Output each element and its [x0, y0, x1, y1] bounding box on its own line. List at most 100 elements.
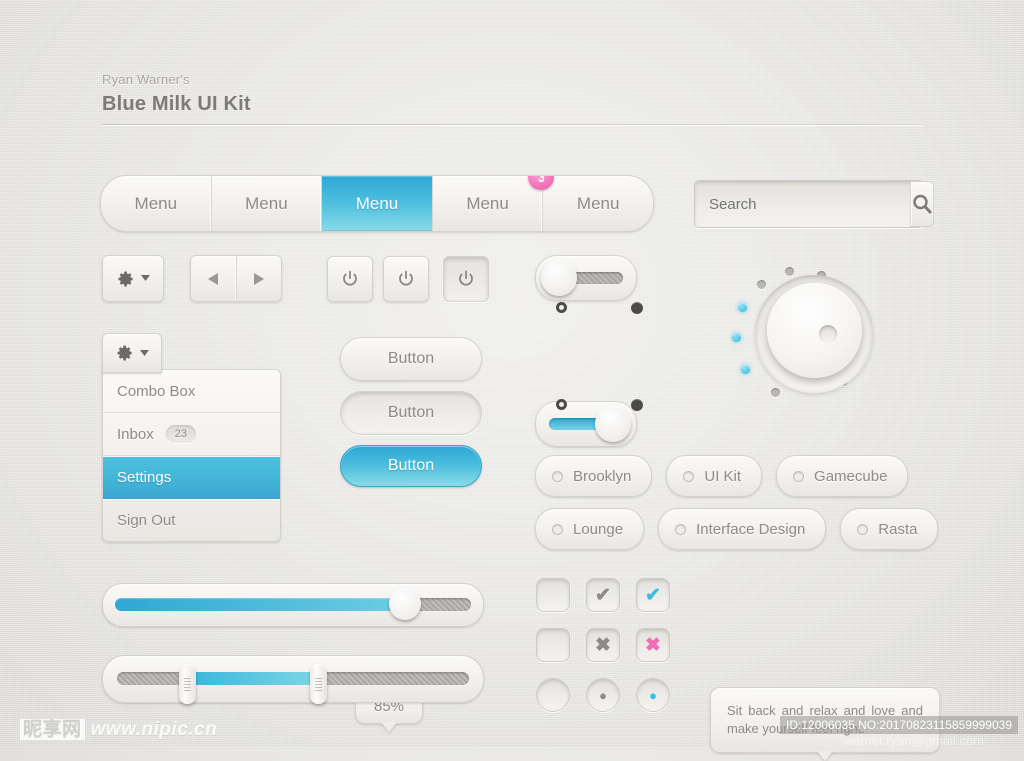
tag-brooklyn[interactable]: Brooklyn: [535, 455, 653, 497]
menu-bar: Menu Menu Menu Menu 3 Menu: [100, 175, 654, 232]
range-slider-track[interactable]: [117, 664, 469, 704]
tag-label: Brooklyn: [573, 467, 632, 485]
next-button[interactable]: [237, 256, 282, 301]
tag-label: Gamecube: [814, 467, 888, 485]
power-icon: [459, 270, 473, 286]
radio-selected-blue[interactable]: ●: [636, 678, 670, 712]
tag-label: Rasta: [878, 520, 918, 538]
combobox-item-label: Inbox: [117, 425, 154, 443]
power-icon: [343, 270, 357, 286]
knob-dot-11: [771, 388, 780, 397]
menu-item-2[interactable]: Menu: [212, 176, 323, 231]
checkbox-empty[interactable]: [536, 578, 570, 612]
tag-label: Lounge: [573, 520, 624, 538]
toggle-knob[interactable]: [595, 406, 631, 442]
button-normal[interactable]: Button: [340, 337, 482, 381]
tag-remove-icon[interactable]: [675, 523, 687, 535]
led-indicator-hollow: [556, 302, 567, 313]
dot-icon: ●: [649, 687, 657, 703]
tag-ui-kit[interactable]: UI Kit: [666, 455, 763, 497]
combobox-item-sign-out[interactable]: Sign Out: [103, 499, 280, 541]
header-divider: [102, 124, 922, 125]
menu-item-label: Menu: [355, 193, 399, 213]
tag-remove-icon[interactable]: [552, 470, 563, 482]
radio-selected-gray[interactable]: ●: [586, 678, 620, 712]
tag-label: UI Kit: [704, 467, 742, 485]
slider-handle[interactable]: [389, 588, 421, 620]
knob-dot-1-on: [738, 303, 747, 312]
check-icon: ✔: [645, 584, 661, 606]
inbox-count-badge: 23: [165, 425, 196, 443]
watermark-site: 昵享网 www.nipic.cn: [20, 714, 217, 741]
slider[interactable]: [102, 583, 484, 627]
tag-remove-icon[interactable]: [857, 523, 869, 535]
search-input[interactable]: [695, 181, 910, 227]
knob-indicator-dot: [819, 325, 837, 343]
menu-item-5[interactable]: Menu: [543, 176, 653, 231]
tag-row-2: Lounge Interface Design Rasta: [535, 508, 939, 550]
combobox-item-settings-selected[interactable]: Settings: [103, 456, 280, 499]
tag-lounge[interactable]: Lounge: [535, 508, 645, 550]
knob-dot-2-on: [732, 333, 741, 342]
menu-item-label: Menu: [576, 193, 620, 213]
toggle-knob[interactable]: [541, 260, 577, 296]
checkbox-empty-2[interactable]: [536, 628, 570, 662]
tag-rasta[interactable]: Rasta: [840, 508, 939, 550]
check-icon: ✔: [595, 584, 611, 606]
combobox-menu: Combo Box Inbox 23 Settings Sign Out: [102, 369, 281, 542]
power-icon: [399, 270, 413, 286]
settings-dropdown-button[interactable]: [102, 255, 164, 302]
checkbox-cross-pink[interactable]: ✖: [636, 628, 670, 662]
combobox-toggle[interactable]: [102, 333, 162, 373]
knob-control[interactable]: [732, 265, 885, 425]
page-title: Blue Milk UI Kit: [102, 93, 251, 115]
knob-dot-3-on: [741, 365, 750, 374]
tag-row-1: Brooklyn UI Kit Gamecube: [535, 455, 909, 497]
toggle-switch-on[interactable]: [535, 401, 637, 447]
checkbox-grid: ✔ ✔ ✖ ✖ ● ●: [536, 578, 686, 728]
tag-interface-design[interactable]: Interface Design: [658, 508, 827, 550]
watermark-site-url: www.nipic.cn: [90, 719, 218, 740]
menu-item-3-active[interactable]: Menu: [322, 176, 433, 231]
tag-remove-icon[interactable]: [552, 523, 563, 535]
range-slider-handle-start[interactable]: [179, 664, 197, 704]
prev-button[interactable]: [191, 256, 237, 301]
menu-item-4[interactable]: Menu 3: [433, 176, 555, 231]
combobox-item-label: Sign Out: [117, 511, 176, 529]
menu-item-label: Menu: [134, 193, 178, 213]
range-slider-handle-end[interactable]: [309, 664, 327, 704]
power-button-2[interactable]: [383, 256, 429, 302]
combobox-item-combo-box[interactable]: Combo Box: [103, 370, 280, 413]
button-active[interactable]: Button: [340, 445, 482, 487]
search-button[interactable]: [910, 181, 934, 227]
toggle-switch-off[interactable]: [535, 255, 637, 301]
checkbox-checked-blue[interactable]: ✔: [636, 578, 670, 612]
tag-label: Interface Design: [696, 520, 806, 538]
checkbox-cross-gray[interactable]: ✖: [586, 628, 620, 662]
power-button-1[interactable]: [327, 256, 373, 302]
header-subtitle: Ryan Warner's: [102, 72, 190, 87]
tag-remove-icon[interactable]: [793, 470, 805, 482]
tag-remove-icon[interactable]: [683, 470, 695, 482]
checkbox-checked-gray[interactable]: ✔: [586, 578, 620, 612]
knob-dot-4: [757, 280, 766, 289]
menu-item-1[interactable]: Menu: [101, 176, 212, 231]
nav-button-group: [190, 255, 282, 302]
watermark-id: ID:12006035 NO:20170823115859999039: [780, 716, 1018, 734]
menu-item-label: Menu: [245, 193, 288, 213]
combobox-item-label: Combo Box: [117, 382, 196, 400]
grip-lines-icon: [314, 677, 322, 691]
radio-empty[interactable]: [536, 678, 570, 712]
range-slider[interactable]: [102, 655, 484, 704]
combobox-item-inbox[interactable]: Inbox 23: [103, 413, 280, 456]
power-button-3-pressed[interactable]: [443, 256, 489, 302]
slider-fill: [115, 598, 418, 611]
knob-body[interactable]: [767, 283, 862, 378]
range-slider-fill: [187, 672, 318, 685]
menu-item-label: Menu: [466, 193, 509, 213]
button-pressed[interactable]: Button: [340, 391, 482, 435]
triangle-left-icon: [208, 272, 219, 285]
knob-dot-5: [785, 267, 794, 276]
button-label: Button: [387, 404, 435, 421]
tag-gamecube[interactable]: Gamecube: [776, 455, 909, 497]
